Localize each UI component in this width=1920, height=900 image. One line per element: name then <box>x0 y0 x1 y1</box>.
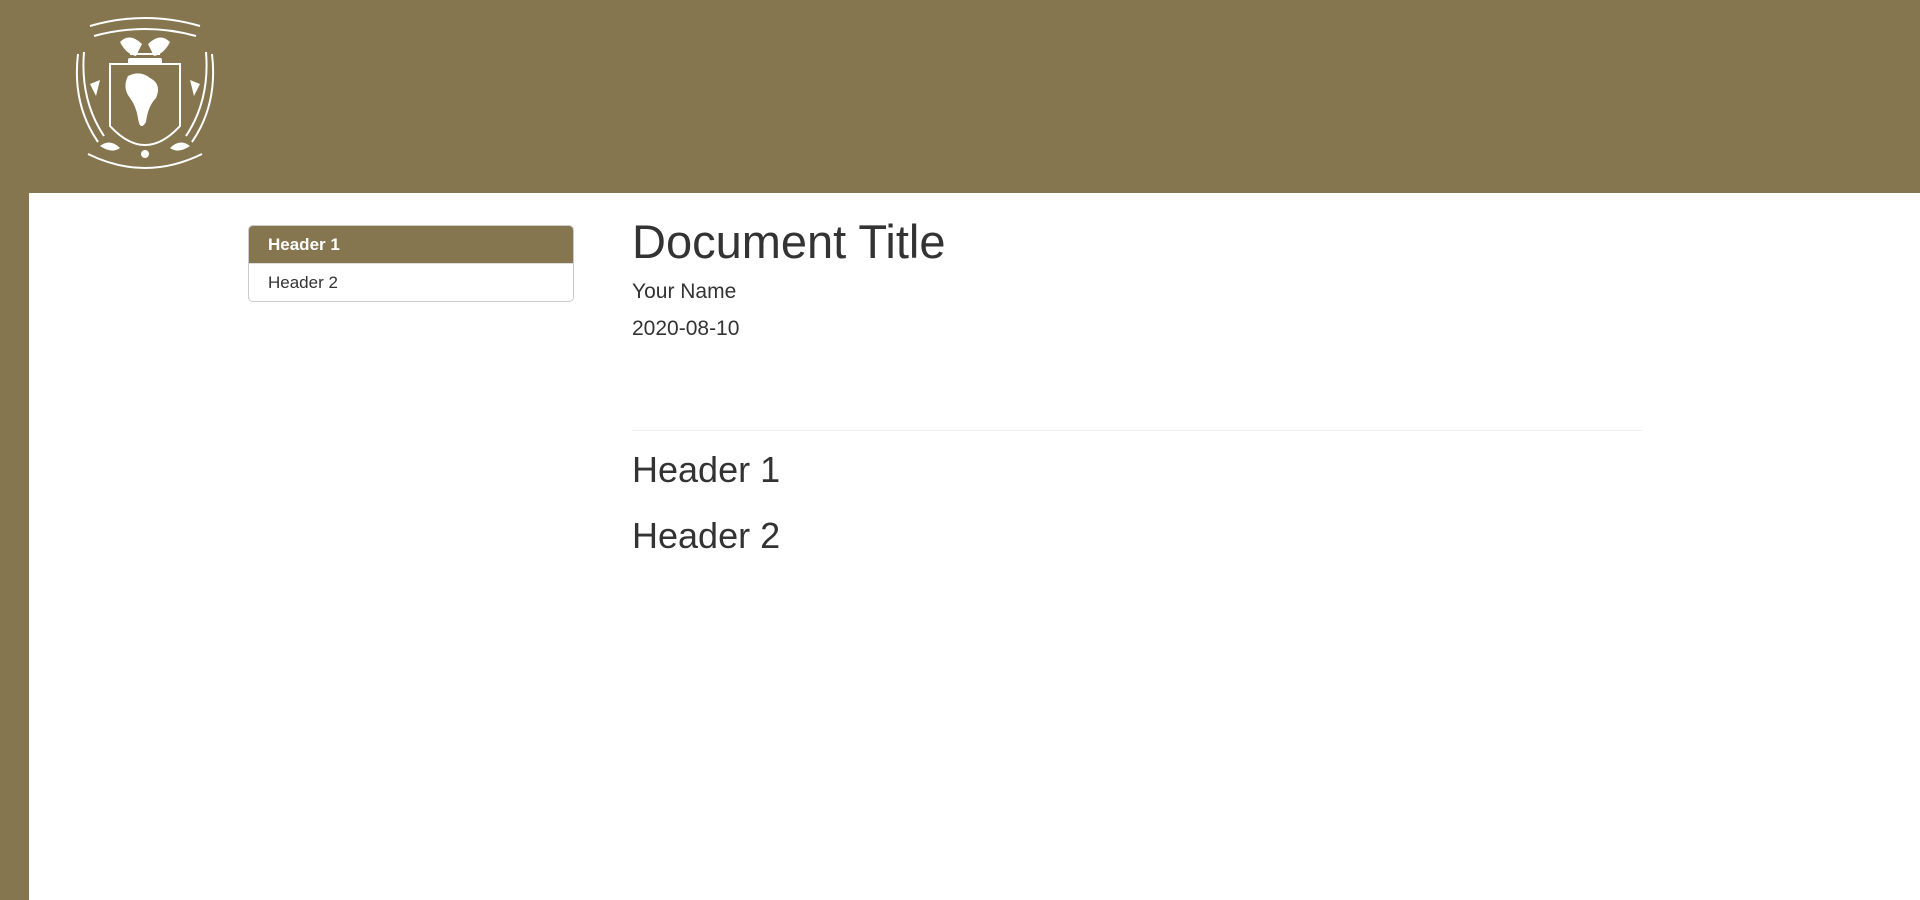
content-page: Header 1 Header 2 Document Title Your Na… <box>29 193 1920 900</box>
document-main: Document Title Your Name 2020-08-10 Head… <box>632 215 1642 556</box>
author-name: Your Name <box>632 280 737 303</box>
toc-item-header-1[interactable]: Header 1 <box>249 226 573 263</box>
document-date: 2020-08-10 <box>632 317 740 340</box>
section-heading-header-2: Header 2 <box>632 515 781 556</box>
section-heading-header-1: Header 1 <box>632 449 781 490</box>
table-of-contents: Header 1 Header 2 <box>248 225 574 302</box>
toc-item-header-2[interactable]: Header 2 <box>249 263 573 301</box>
page-title: Document Title <box>632 215 946 268</box>
top-banner <box>0 0 1920 193</box>
divider <box>632 430 1642 431</box>
unam-crest-icon <box>75 17 215 169</box>
